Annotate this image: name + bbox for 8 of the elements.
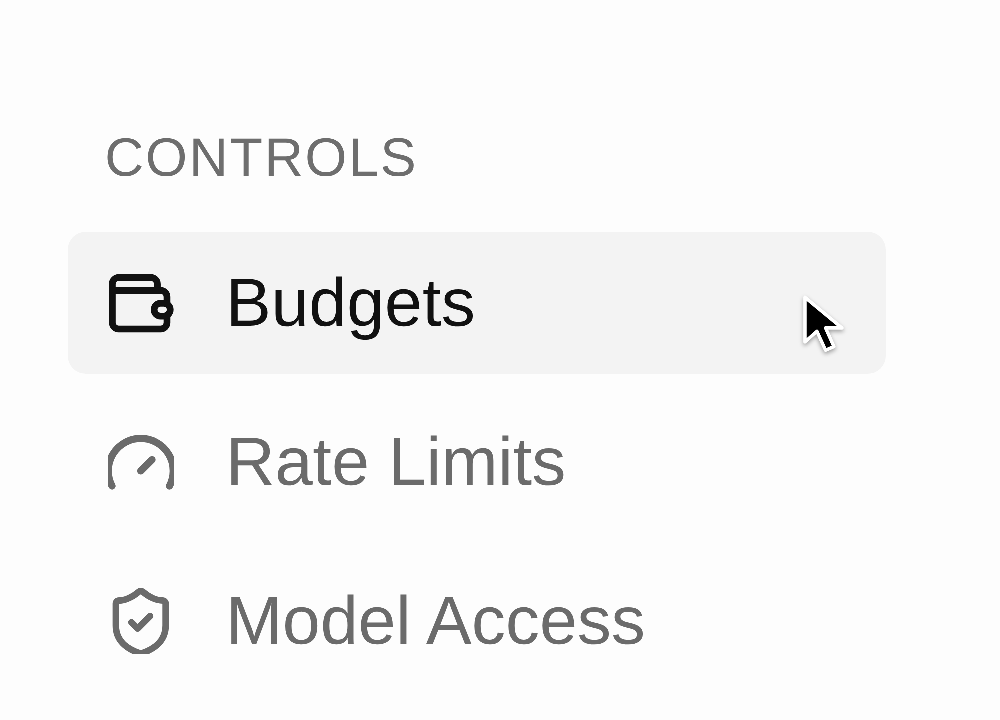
section-heading: CONTROLS xyxy=(105,131,418,185)
sidebar-item[interactable]: Rate Limits xyxy=(68,391,886,533)
shield-check-icon xyxy=(112,588,170,654)
wallet-icon xyxy=(108,274,174,332)
sidebar-item[interactable]: Model Access xyxy=(68,550,886,692)
mouse-pointer-icon xyxy=(803,295,845,353)
gauge-icon xyxy=(108,434,174,490)
sidebar-item[interactable]: Budgets xyxy=(68,232,886,374)
